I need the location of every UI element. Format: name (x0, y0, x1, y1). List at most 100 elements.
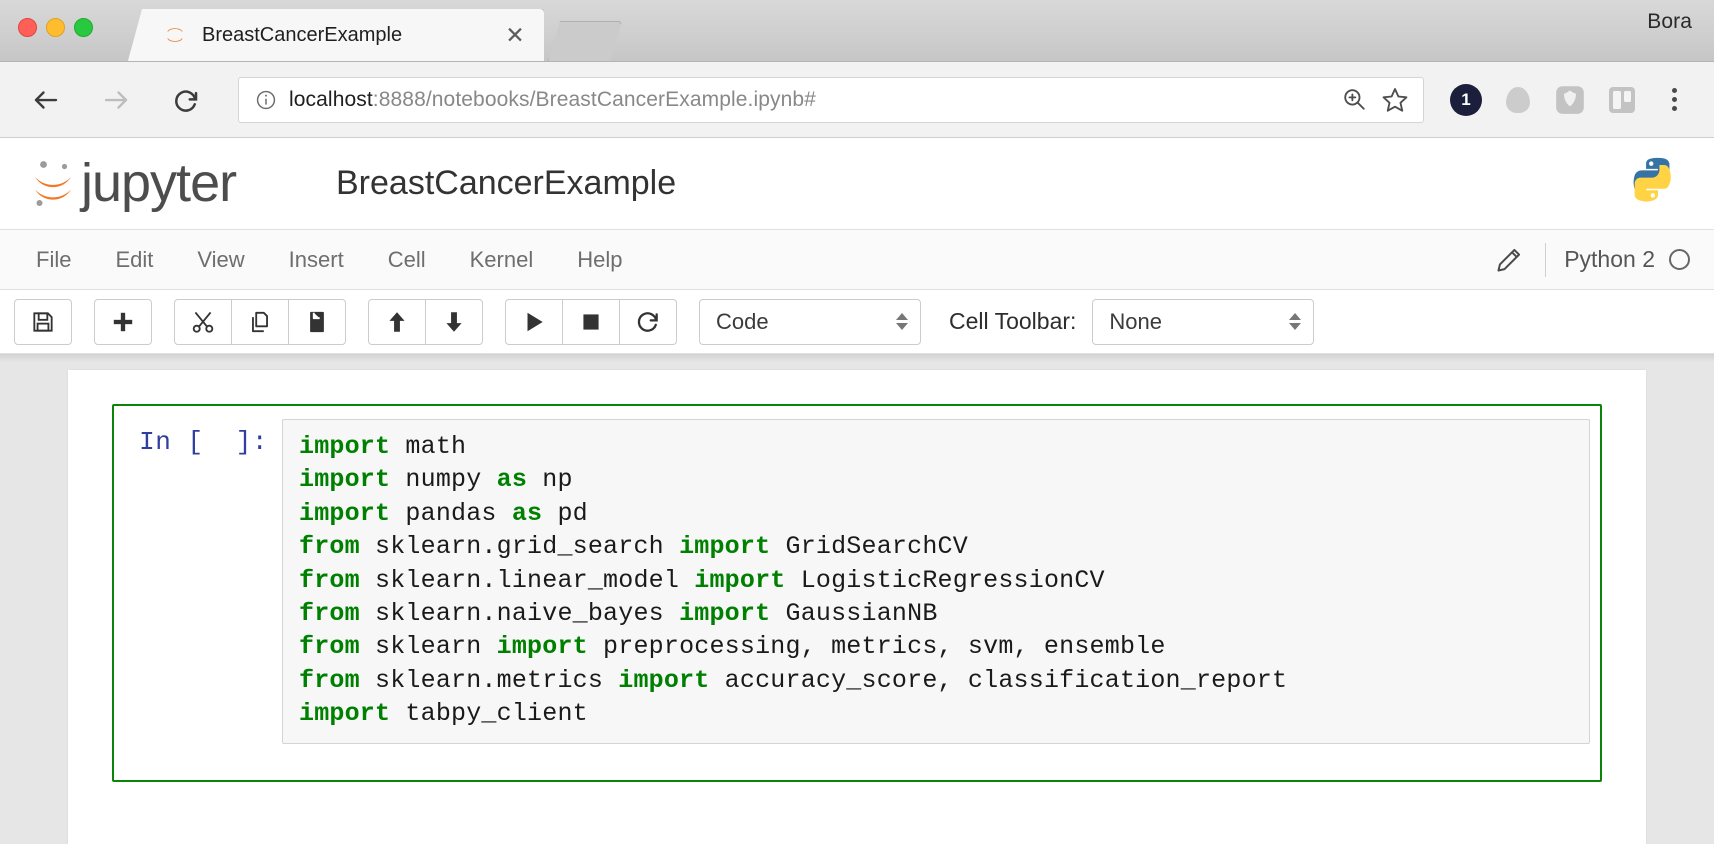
forward-button[interactable] (92, 76, 140, 124)
notebook-title[interactable]: BreastCancerExample (336, 164, 1628, 203)
shield-extension-button[interactable] (1544, 74, 1596, 126)
url-host: localhost (289, 87, 373, 111)
code-keyword: as (496, 465, 528, 495)
code-keyword: import (618, 665, 710, 695)
code-keyword: import (299, 432, 391, 461)
zoom-in-icon[interactable] (1341, 86, 1369, 114)
kernel-status-icon (1669, 249, 1690, 270)
code-keyword: import (679, 532, 771, 562)
chevron-updown-icon (1289, 313, 1302, 330)
cell-type-select[interactable]: Code (699, 298, 921, 345)
code-keyword: from (299, 599, 360, 629)
window-titlebar: BreastCancerExample ✕ Bora (0, 0, 1714, 62)
user-profile-label: Bora (1647, 10, 1692, 33)
window-minimize-button[interactable] (46, 18, 65, 37)
chevron-updown-icon (896, 313, 908, 330)
code-text: tabpy_client (390, 699, 588, 729)
pencil-icon[interactable] (1495, 246, 1523, 274)
code-text: GaussianNB (770, 599, 938, 629)
code-keyword: import (679, 599, 771, 629)
address-bar-url[interactable]: localhost:8888/notebooks/BreastCancerExa… (289, 88, 1329, 112)
move-cell-up-button[interactable] (368, 298, 426, 345)
menu-edit[interactable]: Edit (93, 230, 175, 290)
code-text: sklearn.grid_search (359, 532, 680, 562)
notebook-container: In [ ]: import math import numpy as np imp… (68, 370, 1646, 844)
blob-icon (1506, 86, 1530, 113)
jupyter-menubar: File Edit View Insert Cell Kernel Help P… (0, 230, 1714, 290)
run-cell-button[interactable] (505, 298, 563, 345)
info-circle-icon[interactable] (255, 89, 277, 111)
jupyter-logo-icon[interactable]: jupyter (26, 153, 298, 215)
code-keyword: from (299, 565, 360, 595)
window-close-button[interactable] (18, 18, 37, 37)
code-text: sklearn (359, 632, 497, 662)
cell-toolbar-value: None (1109, 308, 1163, 334)
toolbar-group-edit (174, 298, 346, 345)
jupyter-page: jupyter BreastCancerExample File Edit Vi… (0, 138, 1714, 844)
code-text: numpy (390, 465, 497, 495)
cell-toolbar-label: Cell Toolbar: (949, 308, 1077, 334)
kernel-name-label[interactable]: Python 2 (1564, 246, 1655, 273)
jupyter-toolbar: Code Cell Toolbar: None (0, 290, 1714, 354)
save-button[interactable] (14, 298, 72, 345)
code-text: math (390, 432, 467, 461)
url-path: :8888/notebooks/BreastCancerExample.ipyn… (372, 87, 816, 111)
toolbar-group-move (368, 298, 483, 345)
menu-kernel[interactable]: Kernel (448, 230, 556, 290)
code-keyword: as (511, 498, 543, 528)
code-keyword: import (694, 565, 786, 595)
badge-extension-button[interactable]: 1 (1440, 74, 1492, 126)
reload-button[interactable] (162, 76, 210, 124)
code-line: import pandas as pd (299, 497, 1575, 530)
code-line: import math (299, 430, 1575, 463)
code-line: import tabpy_client (299, 697, 1575, 730)
jupyter-favicon-icon (164, 24, 186, 46)
menu-file[interactable]: File (14, 230, 93, 290)
menu-view[interactable]: View (175, 230, 266, 290)
blob-extension-button[interactable] (1492, 74, 1544, 126)
code-line: from sklearn.grid_search import GridSear… (299, 530, 1575, 563)
trello-extension-button[interactable] (1596, 74, 1648, 126)
toolbar-group-insert (94, 298, 152, 345)
copy-cell-button[interactable] (231, 298, 289, 345)
paste-cell-button[interactable] (288, 298, 346, 345)
star-icon[interactable] (1381, 86, 1409, 114)
cell-toolbar-select[interactable]: None (1092, 298, 1315, 345)
notebook-scroll-area[interactable]: In [ ]: import math import numpy as np imp… (0, 354, 1714, 844)
menu-insert[interactable]: Insert (267, 230, 366, 290)
move-cell-down-button[interactable] (425, 298, 483, 345)
code-text: accuracy_score, classification_report (709, 665, 1288, 695)
code-text: np (527, 465, 573, 495)
address-bar[interactable]: localhost:8888/notebooks/BreastCancerExa… (238, 76, 1424, 123)
browser-window: BreastCancerExample ✕ Bora localhost:888… (0, 0, 1714, 844)
tab-close-icon[interactable]: ✕ (500, 20, 530, 50)
tab-title: BreastCancerExample (202, 23, 403, 46)
restart-kernel-button[interactable] (619, 298, 677, 345)
back-button[interactable] (22, 76, 70, 124)
code-keyword: import (299, 699, 391, 729)
extension-badge-count: 1 (1450, 83, 1482, 116)
tab-strip: BreastCancerExample ✕ (128, 9, 622, 61)
code-line: from sklearn import preprocessing, metri… (299, 630, 1575, 663)
code-text: preprocessing, metrics, svm, ensemble (587, 632, 1166, 662)
code-text: GridSearchCV (770, 532, 968, 562)
code-keyword: import (496, 632, 588, 662)
code-keyword: from (299, 632, 360, 662)
browser-menu-button[interactable] (1648, 74, 1700, 126)
svg-text:jupyter: jupyter (79, 153, 237, 213)
notebook-cell-selected[interactable]: In [ ]: import math import numpy as np imp… (112, 404, 1602, 782)
menu-help[interactable]: Help (555, 230, 644, 290)
code-line: from sklearn.metrics import accuracy_sco… (299, 664, 1575, 697)
code-line: from sklearn.linear_model import Logisti… (299, 564, 1575, 597)
browser-tab-active[interactable]: BreastCancerExample ✕ (128, 9, 544, 61)
window-maximize-button[interactable] (74, 18, 93, 37)
interrupt-kernel-button[interactable] (562, 298, 620, 345)
menu-cell[interactable]: Cell (366, 230, 448, 290)
cut-cell-button[interactable] (174, 298, 232, 345)
code-keyword: from (299, 665, 360, 695)
insert-cell-button[interactable] (94, 298, 152, 345)
code-text: sklearn.metrics (359, 665, 619, 695)
new-tab-button[interactable] (548, 21, 622, 61)
cell-code-editor[interactable]: import math import numpy as np import pand… (282, 419, 1590, 744)
code-line: import numpy as np (299, 463, 1575, 496)
